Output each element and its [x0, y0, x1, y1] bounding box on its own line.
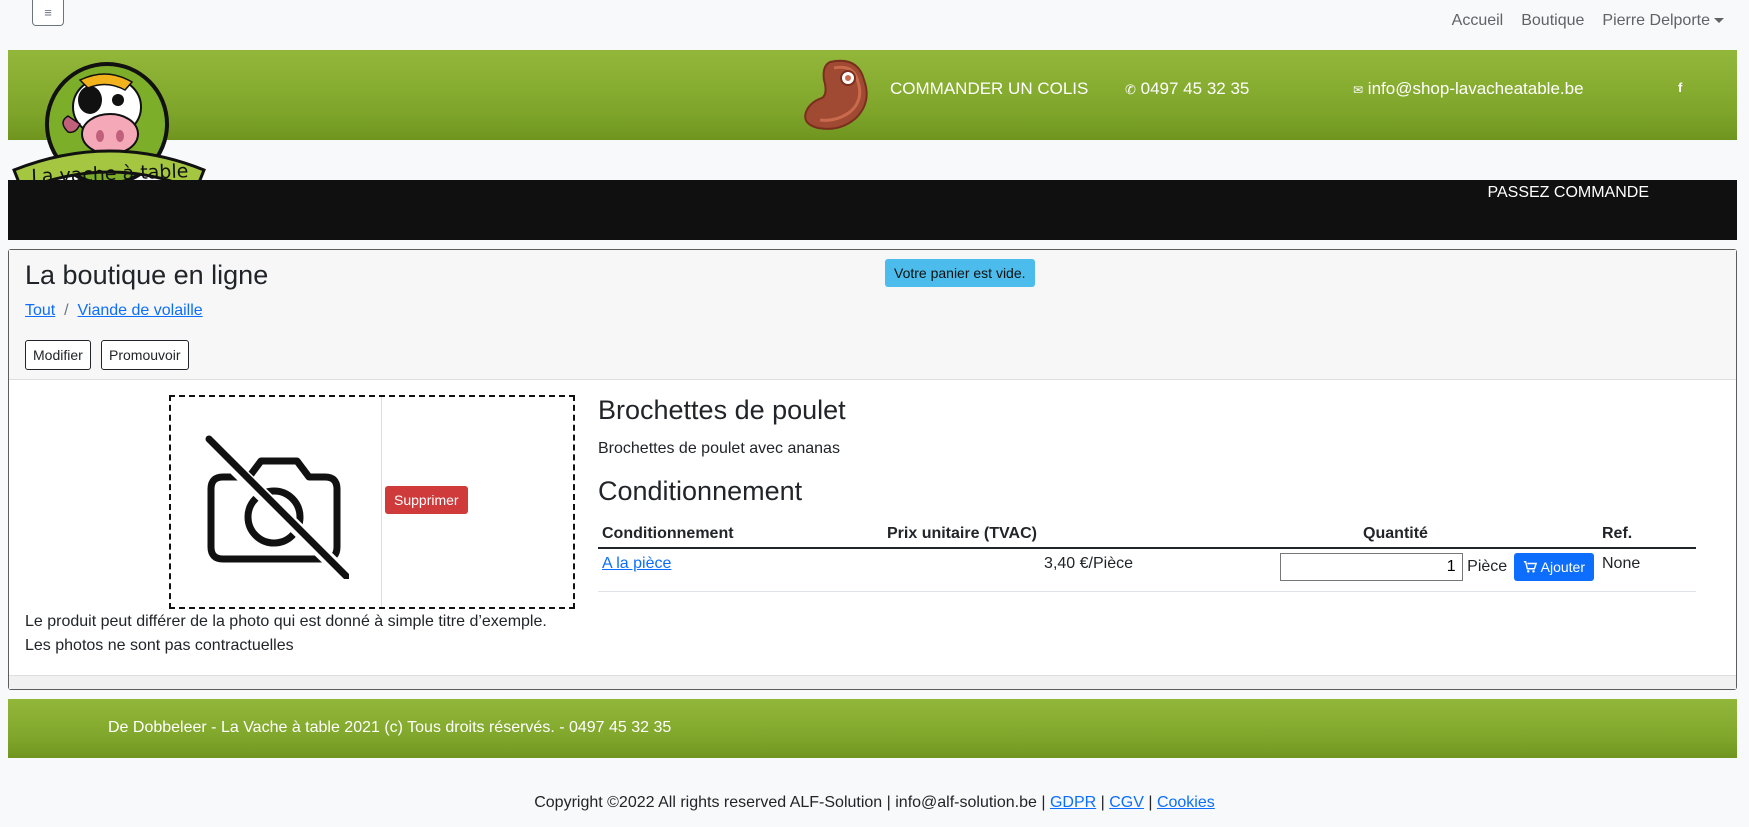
phone-link[interactable]: ✆ 0497 45 32 35	[1125, 79, 1249, 99]
order-bar	[8, 180, 1737, 240]
gdpr-link[interactable]: GDPR	[1050, 794, 1096, 811]
delete-photo-button[interactable]: Supprimer	[385, 486, 468, 514]
add-to-cart-label: Ajouter	[1540, 559, 1585, 575]
col-packaging: Conditionnement	[598, 521, 883, 549]
photo-dropzone[interactable]: Supprimer	[169, 395, 575, 609]
photo-divider	[381, 397, 382, 607]
top-nav: Accueil Boutique Pierre Delporte	[1452, 12, 1724, 30]
menu-toggle-button[interactable]: ≡	[32, 0, 64, 26]
modify-button[interactable]: Modifier	[25, 340, 91, 370]
ref-value: None	[1598, 548, 1696, 592]
product-card: La boutique en ligne Tout / Viande de vo…	[8, 249, 1737, 690]
add-to-cart-button[interactable]: Ajouter	[1513, 553, 1594, 581]
breadcrumb-category[interactable]: Viande de volaille	[78, 302, 203, 319]
caret-down-icon	[1714, 18, 1724, 24]
table-header-row: Conditionnement Prix unitaire (TVAC) Qua…	[598, 521, 1696, 549]
card-header: La boutique en ligne Tout / Viande de vo…	[9, 250, 1736, 380]
breadcrumb-separator: /	[64, 302, 69, 319]
no-photo-icon	[202, 435, 349, 579]
packaging-heading: Conditionnement	[598, 476, 803, 506]
user-name: Pierre Delporte	[1602, 12, 1710, 29]
nav-boutique[interactable]: Boutique	[1521, 12, 1584, 30]
email-text: info@shop-lavacheatable.be	[1367, 79, 1584, 98]
table-row: A la pièce 3,40 €/Pièce Pièce Ajouter No…	[598, 548, 1696, 592]
copyright-text: Copyright ©2022 All rights reserved ALF-…	[534, 794, 1046, 811]
footer-text: De Dobbeleer - La Vache à table 2021 (c)…	[108, 719, 672, 736]
packaging-link[interactable]: A la pièce	[602, 555, 671, 572]
copyright-line: Copyright ©2022 All rights reserved ALF-…	[534, 794, 1215, 811]
col-ref: Ref.	[1598, 521, 1696, 549]
disclaimer-line-1: Le produit peut différer de la photo qui…	[25, 613, 547, 630]
mail-icon: ✉	[1353, 83, 1364, 97]
promote-button[interactable]: Promouvoir	[101, 340, 189, 370]
order-parcel-link[interactable]: COMMANDER UN COLIS	[890, 79, 1088, 99]
nav-user-dropdown[interactable]: Pierre Delporte	[1602, 12, 1724, 30]
card-footer	[9, 675, 1736, 689]
site-footer: De Dobbeleer - La Vache à table 2021 (c)…	[8, 699, 1737, 758]
breadcrumb: Tout / Viande de volaille	[25, 302, 203, 320]
phone-text: 0497 45 32 35	[1140, 79, 1250, 98]
breadcrumb-all[interactable]: Tout	[25, 302, 55, 319]
phone-icon: ✆	[1125, 82, 1136, 97]
cgv-link[interactable]: CGV	[1109, 794, 1144, 811]
place-order-link[interactable]: PASSEZ COMMANDE	[1488, 184, 1650, 202]
product-title: Brochettes de poulet	[598, 395, 846, 425]
cookies-link[interactable]: Cookies	[1157, 794, 1215, 811]
quantity-unit: Pièce	[1467, 558, 1508, 576]
disclaimer-line-2: Les photos ne sont pas contractuelles	[25, 637, 294, 654]
cart-icon	[1523, 561, 1537, 573]
product-description: Brochettes de poulet avec ananas	[598, 440, 840, 457]
col-unit-price: Prix unitaire (TVAC)	[883, 521, 1193, 549]
email-link[interactable]: ✉ info@shop-lavacheatable.be	[1353, 79, 1584, 99]
unit-price: 3,40 €/Pièce	[883, 548, 1193, 592]
page-title: La boutique en ligne	[25, 260, 269, 290]
packaging-table: Conditionnement Prix unitaire (TVAC) Qua…	[598, 521, 1696, 592]
cart-status-alert: Votre panier est vide.	[885, 259, 1035, 287]
facebook-icon[interactable]: f	[1678, 80, 1682, 95]
col-quantity: Quantité	[1193, 521, 1598, 549]
steak-icon[interactable]	[800, 58, 878, 132]
photo-disclaimer: Le produit peut différer de la photo qui…	[25, 610, 547, 658]
nav-accueil[interactable]: Accueil	[1452, 12, 1504, 30]
hamburger-icon: ≡	[44, 5, 52, 20]
quantity-input[interactable]	[1279, 553, 1463, 581]
